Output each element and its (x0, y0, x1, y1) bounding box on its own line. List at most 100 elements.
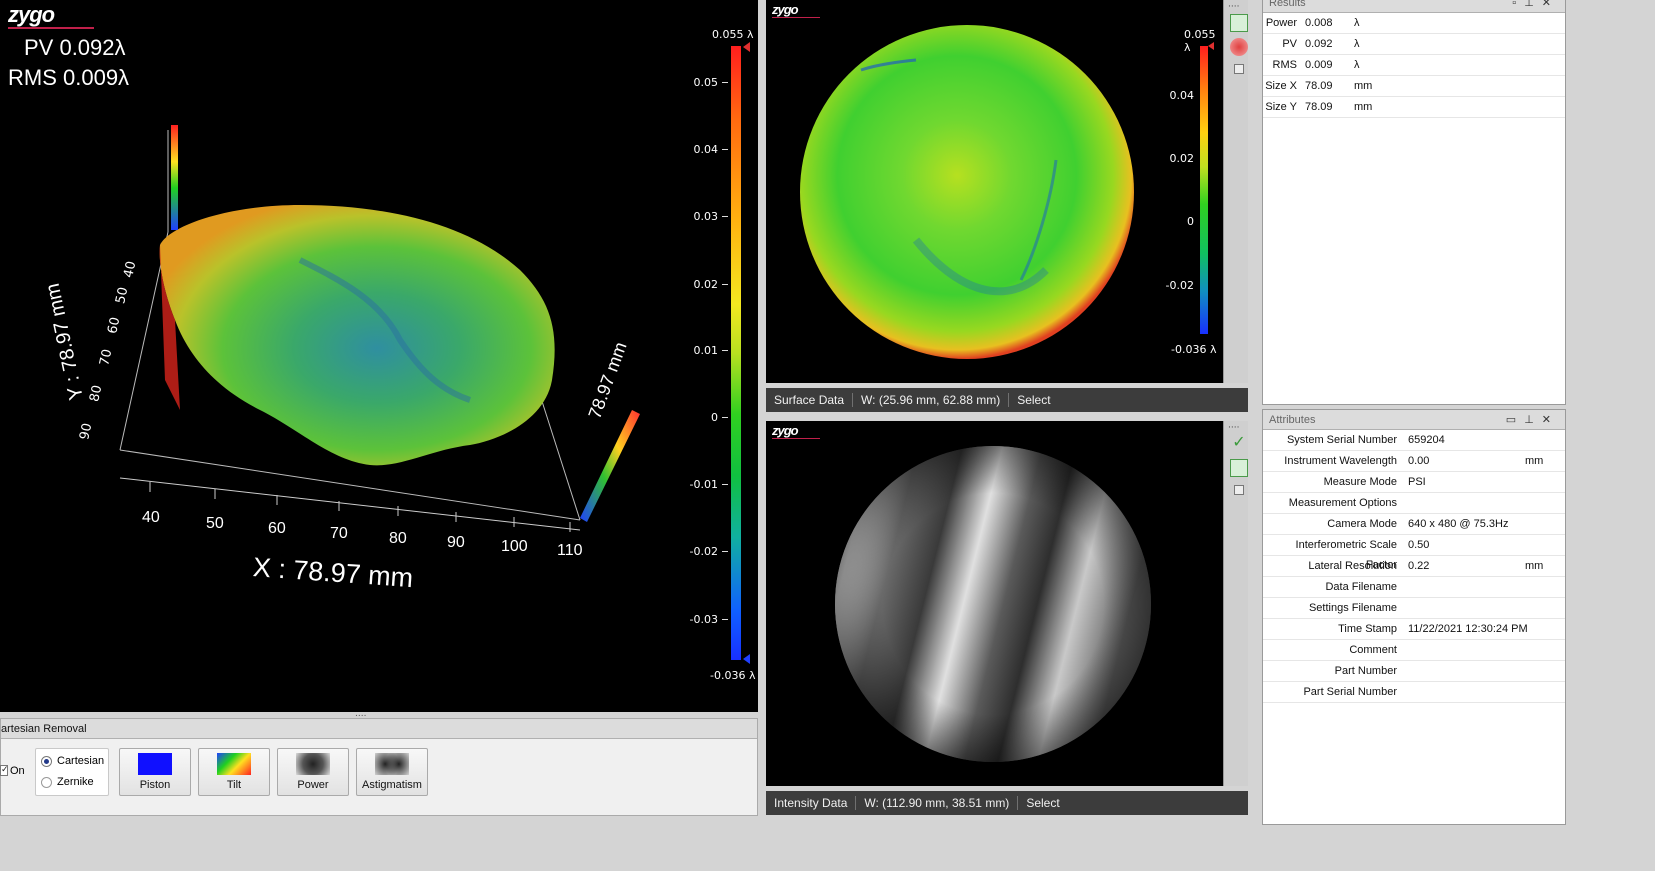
radio-dot (44, 759, 49, 764)
table-row[interactable]: Instrument Wavelength 0.00 mm (1263, 451, 1565, 472)
table-row[interactable]: Power 0.008 λ (1263, 13, 1565, 34)
row-value: 659204 (1408, 434, 1445, 446)
colorbar-tick: -0.01 (689, 478, 718, 491)
x-tick-label: 70 (330, 525, 348, 542)
colorbar-tickmark (722, 82, 728, 83)
colorbar-top-marker[interactable] (743, 42, 750, 52)
row-unit: λ (1354, 17, 1360, 29)
attributes-header: Attributes ▭⊥✕ (1263, 410, 1565, 430)
results-header: Results ▫⊥✕ (1263, 0, 1565, 13)
row-value: 78.09 (1305, 101, 1333, 113)
row-value: 0.00 (1408, 455, 1430, 467)
surface-map-panel[interactable]: zygo 0.055 λ -0.036 λ 0.04 0.02 0 -0.02 (766, 0, 1223, 383)
colorbar-tickmark (722, 350, 728, 351)
row-key: System Serial Number (1286, 434, 1397, 446)
x-tick-label: 60 (268, 520, 286, 537)
expand-icon[interactable] (1234, 64, 1244, 74)
table-row[interactable]: Part Number (1263, 661, 1565, 682)
z-axis-bar (171, 125, 178, 230)
row-key: Comment (1349, 644, 1397, 656)
intensity-status-select[interactable]: Select (1018, 796, 1067, 810)
check-icon[interactable]: ✓ (1230, 433, 1248, 451)
attributes-title: Attributes (1269, 414, 1316, 426)
power-icon (296, 753, 330, 775)
row-key: Size X (1265, 80, 1297, 92)
table-row[interactable]: Comment (1263, 640, 1565, 661)
x-tick-label: 40 (142, 509, 160, 526)
table-row[interactable]: Size Y 78.09 mm (1263, 97, 1565, 118)
row-unit: mm (1525, 560, 1544, 572)
piston-icon (138, 753, 172, 775)
row-key: Size Y (1265, 101, 1297, 113)
colorbar-tick: 0.01 (693, 344, 719, 357)
x-tick-label: 100 (501, 538, 528, 555)
expand-icon[interactable] (1234, 485, 1244, 495)
row-value: 0.092 (1305, 38, 1333, 50)
table-row[interactable]: Measurement Options (1263, 493, 1565, 514)
surface-3d-panel[interactable]: zygo PV 0.092λ RMS 0.009λ 40 50 60 70 80… (0, 0, 758, 712)
row-unit: mm (1354, 80, 1373, 92)
intensity-status-window: W: (112.90 mm, 38.51 mm) (856, 796, 1019, 810)
table-row[interactable]: Settings Filename (1263, 598, 1565, 619)
panel-window-buttons[interactable]: ▫⊥✕ (1512, 0, 1559, 13)
colorbar-tick: -0.03 (689, 613, 718, 626)
piston-label: Piston (139, 779, 171, 791)
x-tick-label: 110 (557, 542, 583, 559)
colorbar-top-label: 0.055 λ (712, 28, 754, 41)
table-row[interactable]: Size X 78.09 mm (1263, 76, 1565, 97)
colorbar (731, 46, 741, 660)
intensity-status-bar: Intensity Data W: (112.90 mm, 38.51 mm) … (766, 791, 1248, 815)
surface-status-bar: Surface Data W: (25.96 mm, 62.88 mm) Sel… (766, 388, 1248, 412)
y-axis-bar (580, 410, 640, 522)
intensity-image (835, 446, 1151, 762)
mask-icon[interactable] (1230, 38, 1248, 56)
fit-view-icon[interactable] (1230, 459, 1248, 477)
colorbar-tick: 0 (711, 411, 718, 424)
colorbar-tickmark (722, 551, 728, 552)
table-row[interactable]: System Serial Number 659204 (1263, 430, 1565, 451)
x-tick-label: 90 (447, 534, 465, 551)
table-row[interactable]: Interferometric Scale Factor 0.50 (1263, 535, 1565, 571)
table-row[interactable]: Measure Mode PSI (1263, 472, 1565, 493)
astigmatism-icon (375, 753, 409, 775)
table-row[interactable]: Data Filename (1263, 577, 1565, 598)
row-key: Time Stamp (1338, 623, 1397, 635)
astigmatism-button[interactable]: Astigmatism (356, 748, 428, 796)
surface-colorbar-tick: -0.02 (1165, 279, 1194, 292)
power-button[interactable]: Power (277, 748, 349, 796)
table-row[interactable]: Camera Mode 640 x 480 @ 75.3Hz (1263, 514, 1565, 535)
colorbar-bottom-marker[interactable] (743, 654, 750, 664)
panel-window-buttons[interactable]: ▭⊥✕ (1506, 410, 1559, 430)
table-row[interactable]: RMS 0.009 λ (1263, 55, 1565, 76)
table-row[interactable]: PV 0.092 λ (1263, 34, 1565, 55)
colorbar-tick: -0.02 (689, 545, 718, 558)
row-key: Measure Mode (1323, 476, 1397, 488)
surface-colorbar (1200, 46, 1208, 334)
on-checkbox[interactable]: ✓ (0, 765, 9, 776)
row-key: Camera Mode (1327, 518, 1397, 530)
table-row[interactable]: Part Serial Number (1263, 682, 1565, 703)
tilt-button[interactable]: Tilt (198, 748, 270, 796)
surface-status-select[interactable]: Select (1009, 393, 1058, 407)
row-value: 0.22 (1408, 560, 1430, 572)
table-row[interactable]: Time Stamp 11/22/2021 12:30:24 PM (1263, 619, 1565, 640)
radio-zernike[interactable] (41, 777, 52, 788)
fit-view-icon[interactable] (1230, 14, 1248, 32)
row-unit: λ (1354, 59, 1360, 71)
piston-button[interactable]: Piston (119, 748, 191, 796)
astigmatism-label: Astigmatism (362, 779, 422, 791)
colorbar-tickmark (722, 284, 728, 285)
results-panel: Results ▫⊥✕ Power 0.008 λ PV 0.092 λ RMS 0.009 λ… (1262, 0, 1566, 405)
surface-colorbar-top-marker[interactable] (1208, 42, 1214, 50)
table-row[interactable]: Lateral Resolution 0.22 mm (1263, 556, 1565, 577)
row-key: Power (1265, 17, 1297, 29)
tilt-label: Tilt (226, 779, 242, 791)
surface-colorbar-bottom: -0.036 λ (1171, 343, 1217, 356)
surface-colorbar-tick: 0.02 (1169, 152, 1195, 165)
x-tick-label: 80 (389, 530, 407, 547)
colorbar-tickmark (722, 216, 728, 217)
intensity-panel[interactable]: zygo (766, 421, 1223, 786)
radio-cartesian[interactable] (41, 756, 52, 767)
x-axis-ticks (119, 477, 581, 532)
surface-mesh (159, 205, 555, 466)
